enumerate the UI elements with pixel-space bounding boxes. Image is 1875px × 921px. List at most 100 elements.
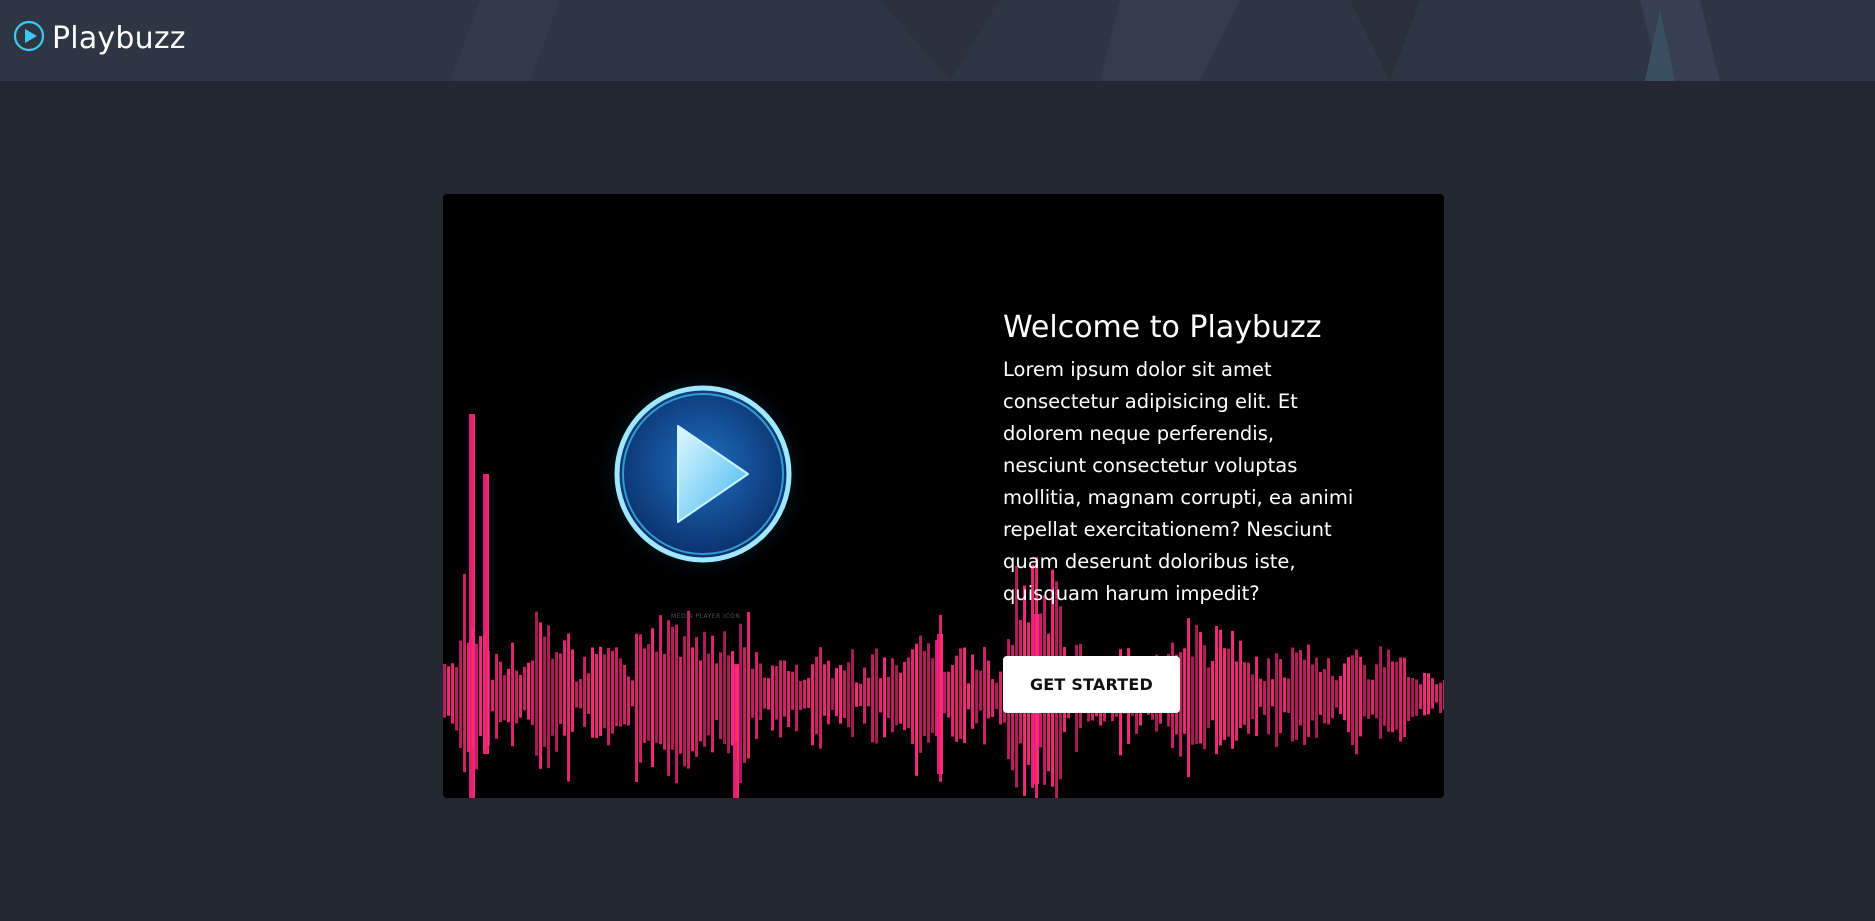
waveform-bar bbox=[1315, 657, 1318, 738]
waveform-bar bbox=[667, 620, 670, 776]
waveform-bar bbox=[727, 655, 730, 754]
waveform-bar bbox=[495, 653, 498, 739]
waveform-bar bbox=[787, 671, 790, 728]
waveform-bar bbox=[551, 658, 554, 736]
waveform-bar bbox=[1319, 672, 1322, 715]
waveform-bar bbox=[1323, 669, 1326, 724]
waveform-bar bbox=[871, 654, 874, 743]
waveform-bar bbox=[659, 615, 662, 745]
waveform-bar bbox=[559, 653, 562, 725]
waveform-bar bbox=[983, 646, 986, 745]
waveform-bar bbox=[651, 628, 654, 768]
waveform-bar bbox=[1263, 681, 1266, 715]
waveform-bar bbox=[491, 679, 494, 712]
waveform-bar bbox=[1211, 661, 1214, 721]
waveform-bar bbox=[535, 611, 538, 756]
waveform-bar bbox=[859, 683, 862, 707]
waveform-bar bbox=[759, 663, 762, 721]
waveform-bar bbox=[519, 674, 522, 718]
waveform-bar bbox=[835, 668, 838, 717]
waveform-bar bbox=[1347, 657, 1350, 733]
waveform-bar bbox=[1419, 684, 1422, 710]
waveform-bar bbox=[707, 653, 710, 736]
brand-link[interactable]: Playbuzz bbox=[13, 18, 186, 58]
waveform-bar bbox=[883, 657, 886, 738]
waveform-bar bbox=[887, 676, 890, 719]
waveform-bar bbox=[1339, 675, 1342, 715]
waveform-bar bbox=[683, 636, 686, 767]
waveform-bar bbox=[679, 656, 682, 754]
waveform-bar bbox=[831, 678, 834, 710]
waveform-bar bbox=[919, 635, 922, 753]
waveform-bar bbox=[503, 675, 506, 721]
waveform-bar bbox=[1247, 662, 1250, 734]
hero-title: Welcome to Playbuzz bbox=[1003, 310, 1322, 345]
waveform-bar bbox=[1271, 679, 1274, 707]
waveform-bar bbox=[1411, 677, 1414, 718]
waveform-bar bbox=[1255, 656, 1258, 737]
waveform-bar bbox=[763, 677, 766, 709]
waveform-bar bbox=[799, 681, 802, 710]
waveform-bar bbox=[463, 573, 466, 773]
waveform-bar bbox=[999, 671, 1002, 725]
waveform-bar bbox=[1303, 659, 1306, 746]
waveform-bar bbox=[1403, 657, 1406, 738]
waveform-bar bbox=[1363, 665, 1366, 717]
waveform-bar bbox=[987, 660, 990, 719]
waveform-bar bbox=[1295, 652, 1298, 740]
waveform-bar bbox=[443, 663, 446, 718]
waveform-bar bbox=[571, 649, 574, 732]
waveform-bar bbox=[1223, 648, 1226, 740]
waveform-bar bbox=[995, 682, 998, 710]
waveform-bar bbox=[583, 656, 586, 727]
waveform-bar bbox=[1291, 647, 1294, 742]
waveform-bar bbox=[1355, 649, 1358, 755]
waveform-bar bbox=[743, 647, 746, 763]
waveform-bar bbox=[1343, 663, 1346, 721]
waveform-bar bbox=[675, 624, 678, 784]
waveform-bar bbox=[1379, 646, 1382, 739]
waveform-bar bbox=[543, 636, 546, 747]
get-started-button[interactable]: GET STARTED bbox=[1003, 656, 1180, 713]
waveform-bar bbox=[895, 665, 898, 726]
waveform-bar bbox=[1203, 645, 1206, 750]
waveform-bar bbox=[663, 654, 666, 750]
waveform-bar bbox=[923, 650, 926, 737]
waveform-bar bbox=[455, 667, 458, 731]
waveform-bar bbox=[1231, 630, 1234, 749]
waveform-bar bbox=[795, 664, 798, 732]
waveform-bar bbox=[1415, 679, 1418, 716]
waveform-bar bbox=[979, 670, 982, 711]
waveform-bar bbox=[779, 660, 782, 738]
waveform-bar bbox=[823, 664, 826, 716]
waveform-bar bbox=[915, 643, 918, 776]
waveform-bar bbox=[807, 678, 810, 708]
waveform-bar bbox=[1195, 624, 1198, 744]
waveform-bar bbox=[1427, 673, 1430, 715]
waveform-bar bbox=[563, 640, 566, 736]
waveform-bar bbox=[1251, 674, 1254, 720]
waveform-bar bbox=[703, 632, 706, 747]
waveform-bar bbox=[947, 671, 950, 718]
waveform-bar bbox=[959, 648, 962, 739]
waveform-bar bbox=[451, 663, 454, 724]
waveform-bar bbox=[839, 665, 842, 724]
waveform-bar bbox=[1259, 678, 1262, 707]
waveform-bar bbox=[1191, 656, 1194, 745]
waveform-bar bbox=[875, 648, 878, 744]
header-background-pattern bbox=[450, 0, 1720, 81]
waveform-bar bbox=[631, 680, 634, 707]
waveform-bar bbox=[951, 665, 954, 737]
waveform-bar bbox=[1387, 649, 1390, 732]
top-navbar: Playbuzz bbox=[0, 0, 1875, 81]
waveform-bar bbox=[955, 655, 958, 742]
waveform-spike bbox=[483, 474, 489, 754]
waveform-bar bbox=[579, 678, 582, 709]
waveform-bar bbox=[459, 640, 462, 749]
hero-card: MEDIA PLAYER ICON Welcome to Playbuzz Lo… bbox=[443, 194, 1444, 798]
glowing-play-button-icon bbox=[595, 366, 811, 582]
waveform-bar bbox=[619, 658, 622, 727]
waveform-bar bbox=[1435, 684, 1438, 703]
waveform-bar bbox=[1331, 675, 1334, 719]
waveform-bar bbox=[723, 631, 726, 745]
